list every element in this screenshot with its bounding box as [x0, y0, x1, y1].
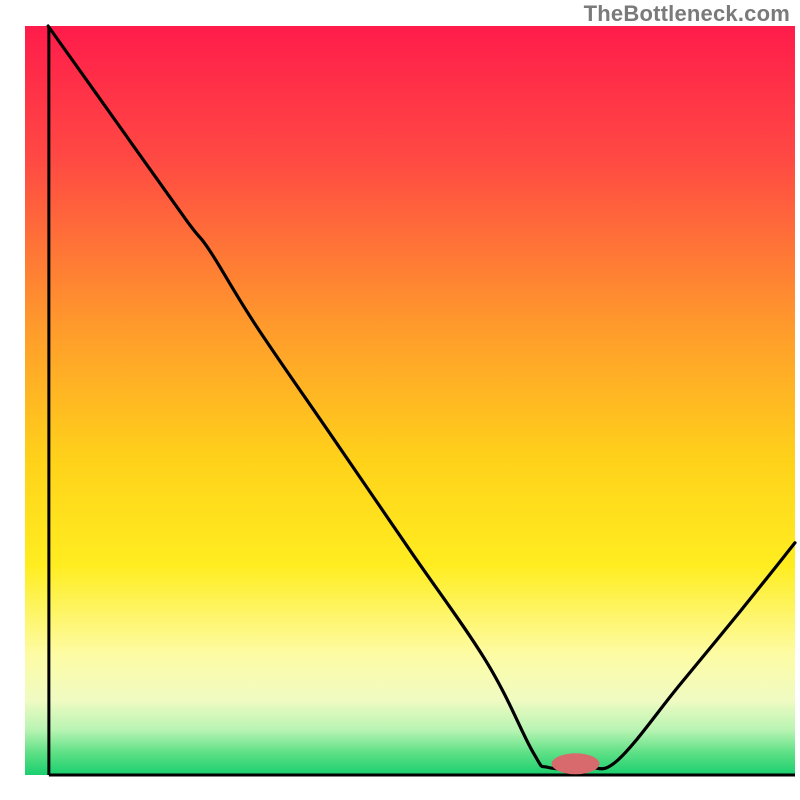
bottleneck-chart: TheBottleneck.com	[0, 0, 800, 800]
chart-canvas	[0, 0, 800, 800]
watermark-text: TheBottleneck.com	[584, 1, 790, 27]
plot-background	[25, 26, 795, 775]
optimal-zone-marker	[552, 753, 600, 774]
